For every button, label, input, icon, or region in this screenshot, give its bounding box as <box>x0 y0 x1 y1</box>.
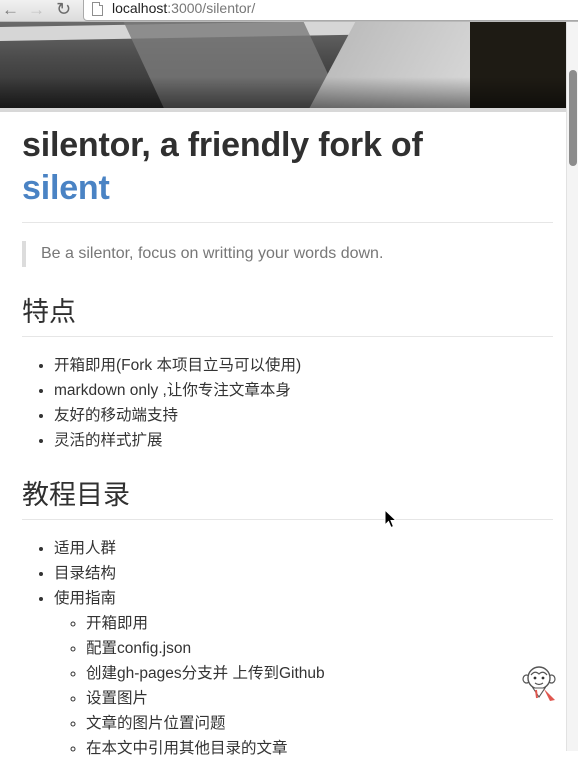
toc-subitem[interactable]: 开箱即用 <box>86 611 553 636</box>
url-host: localhost <box>112 0 168 16</box>
toc-subitem[interactable]: 创建gh-pages分支并 上传到Github <box>86 661 553 686</box>
toc-item-guide: 使用指南 开箱即用 配置config.json 创建gh-pages分支并 上传… <box>54 586 553 761</box>
features-list: 开箱即用(Fork 本项目立马可以使用) markdown only ,让你专注… <box>22 353 553 453</box>
list-item: 开箱即用(Fork 本项目立马可以使用) <box>54 353 553 378</box>
mouse-cursor-icon <box>384 509 398 529</box>
toc-subitem[interactable]: 在本文中引用其他目录的文章 <box>86 736 553 761</box>
toc-item[interactable]: 目录结构 <box>54 561 553 586</box>
page-title: silentor, a friendly fork of silent <box>22 124 553 223</box>
address-bar-url[interactable]: localhost:3000/silentor/ <box>112 0 255 16</box>
list-item: markdown only ,让你专注文章本身 <box>54 378 553 403</box>
toc-list: 适用人群 目录结构 使用指南 开箱即用 配置config.json 创建gh-p… <box>22 536 553 761</box>
hero-banner-image <box>0 22 566 109</box>
toc-subitem[interactable]: 配置config.json <box>86 636 553 661</box>
tagline-blockquote: Be a silentor, focus on writting your wo… <box>22 241 553 267</box>
browser-toolbar: ← → ↻ localhost:3000/silentor/ <box>0 0 578 22</box>
toc-item[interactable]: 适用人群 <box>54 536 553 561</box>
vertical-scrollbar[interactable] <box>566 22 578 751</box>
toc-subitem[interactable]: 文章的图片位置问题 <box>86 711 553 736</box>
monkey-mascot-icon[interactable] <box>522 664 560 704</box>
toc-heading: 教程目录 <box>22 478 553 520</box>
main-content: silentor, a friendly fork of silent Be a… <box>22 112 553 761</box>
back-arrow-icon[interactable]: ← <box>2 0 19 21</box>
forward-arrow-icon[interactable]: → <box>28 0 45 21</box>
reload-icon[interactable]: ↻ <box>56 0 71 21</box>
page-title-text: silentor, a friendly fork of <box>22 126 423 164</box>
guide-sublist: 开箱即用 配置config.json 创建gh-pages分支并 上传到Gith… <box>54 611 553 761</box>
url-path: :3000/silentor/ <box>167 0 256 16</box>
toc-subitem[interactable]: 设置图片 <box>86 686 553 711</box>
list-item: 友好的移动端支持 <box>54 403 553 428</box>
scrollbar-thumb[interactable] <box>569 70 577 166</box>
page-icon <box>92 2 103 16</box>
toc-item-label[interactable]: 使用指南 <box>54 590 116 607</box>
silent-link[interactable]: silent <box>22 167 553 210</box>
features-heading: 特点 <box>22 295 553 337</box>
address-bar[interactable]: localhost:3000/silentor/ <box>83 0 578 21</box>
list-item: 灵活的样式扩展 <box>54 428 553 453</box>
